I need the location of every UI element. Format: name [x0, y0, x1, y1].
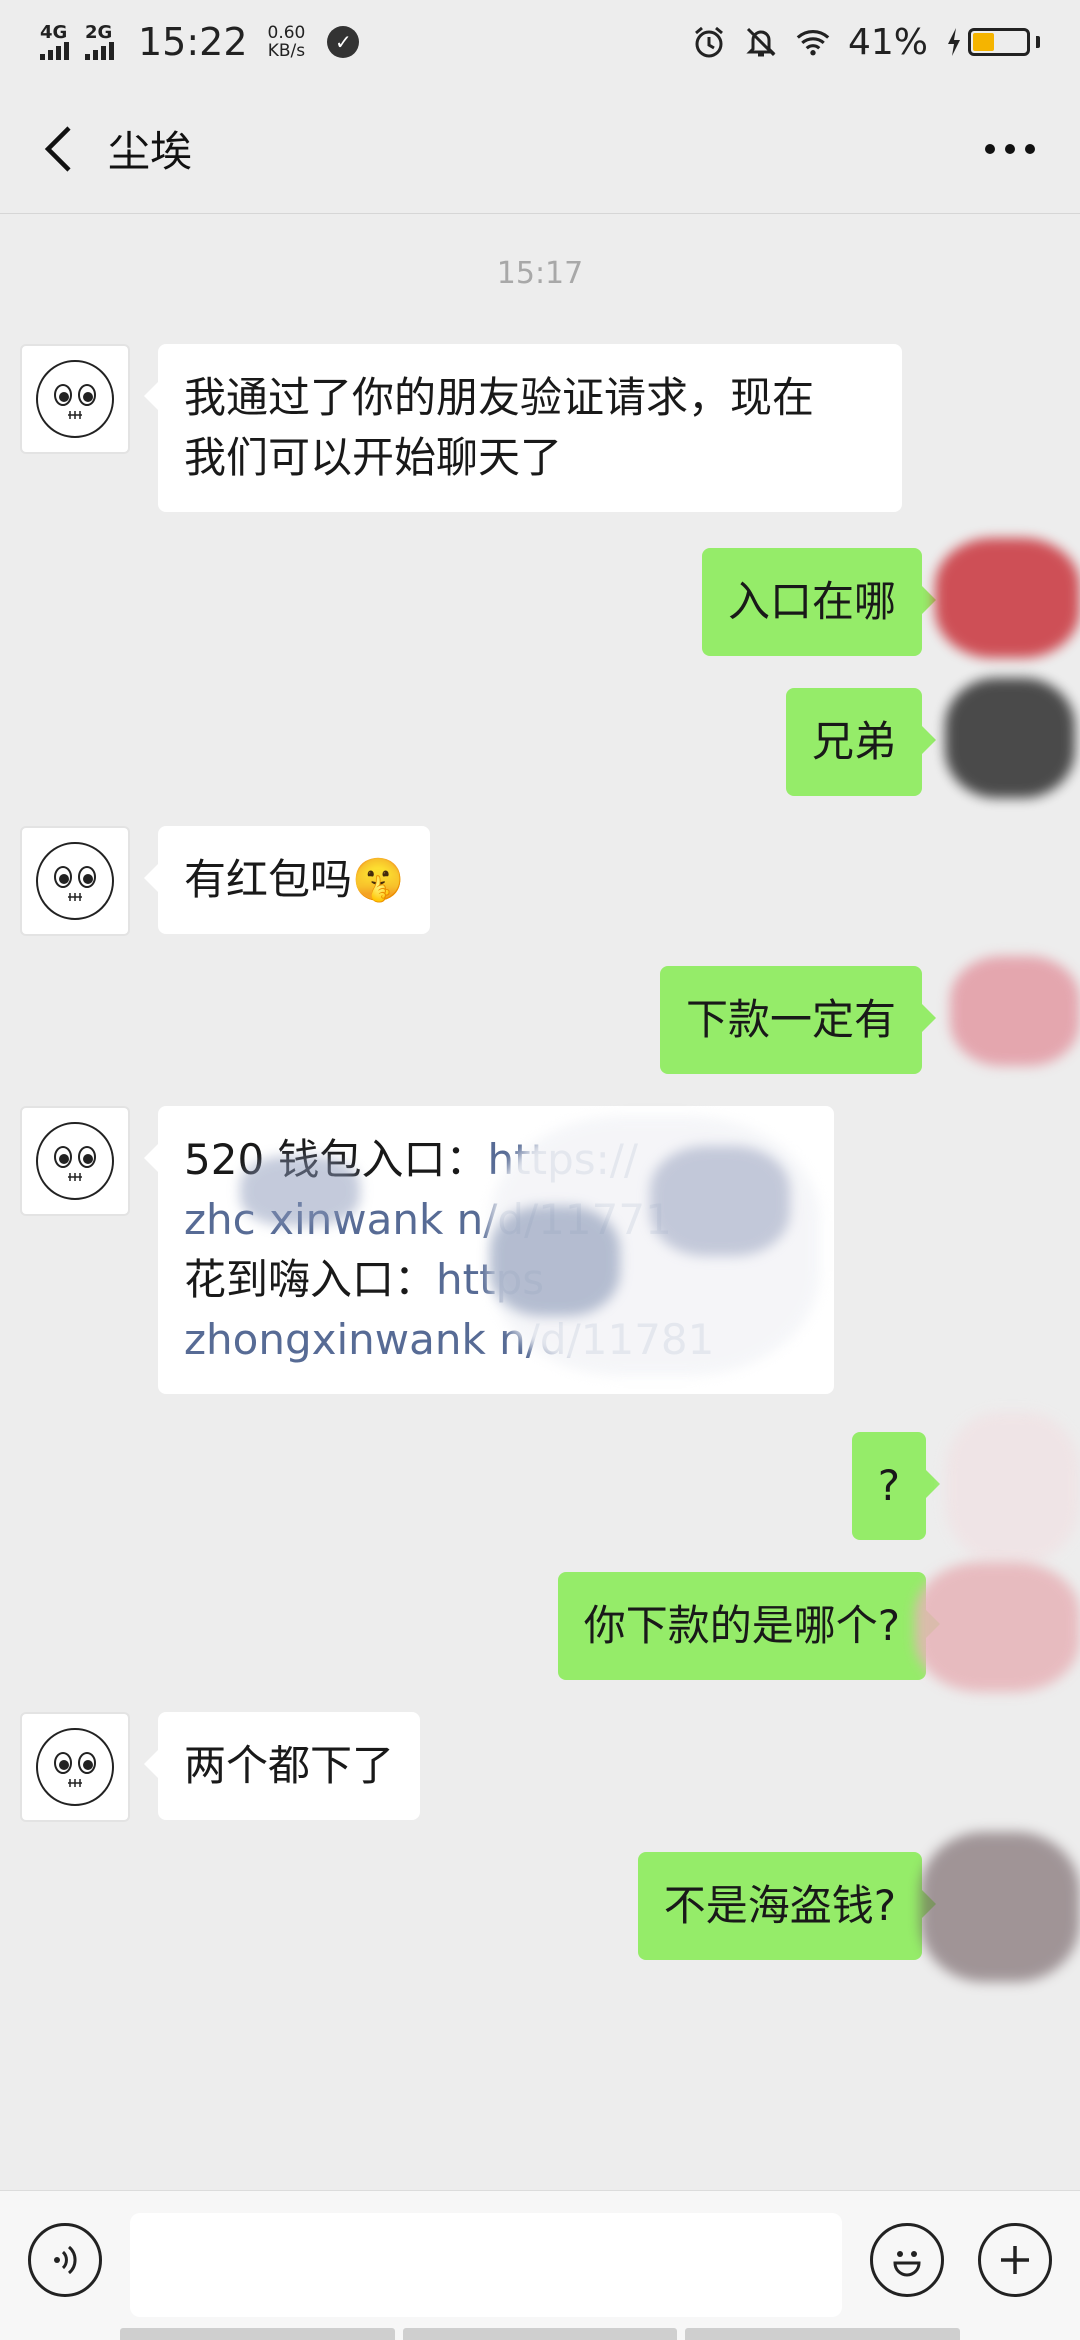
chevron-left-icon [44, 125, 71, 172]
status-bar: 4G 2G 15:22 0.60 KB/s ✓ 41% [0, 0, 1080, 84]
outgoing-message[interactable]: 下款一定有 [659, 966, 937, 1074]
more-dots-icon [985, 143, 1035, 154]
redaction-scribble [945, 1412, 1080, 1562]
redaction-scribble [650, 1146, 790, 1256]
outgoing-message[interactable]: 你下款的是哪个? [557, 1572, 941, 1680]
signal-bars-icon [40, 42, 69, 60]
charging-icon [948, 28, 960, 56]
emoji-button[interactable] [870, 2223, 944, 2297]
speed-value: 0.60 [267, 23, 306, 43]
chat-title: 尘埃 [108, 127, 193, 176]
incoming-message[interactable]: 我通过了你的朋友验证请求，现在 我们可以开始聊天了 [144, 344, 902, 512]
speed-unit: KB/s [267, 41, 306, 61]
redaction-scribble [915, 1562, 1080, 1692]
plus-button[interactable] [978, 2223, 1052, 2297]
battery-body [968, 28, 1030, 56]
battery-percent: 41% [847, 21, 928, 63]
keyboard-edge [0, 2328, 1080, 2340]
plus-icon [1001, 2246, 1029, 2274]
emoji-icon [893, 2251, 921, 2277]
network-label-1: 4G [40, 22, 68, 43]
cartoon-face-icon [36, 360, 114, 438]
network-label-2: 2G [85, 22, 113, 43]
avatar[interactable] [20, 344, 130, 454]
redaction-scribble [950, 956, 1080, 1066]
message-timestamp: 15:17 [496, 256, 584, 291]
chat-header: 尘埃 [0, 84, 1080, 214]
input-bar [0, 2190, 1080, 2340]
back-button[interactable] [28, 119, 88, 179]
incoming-message[interactable]: 有红包吗🤫 [143, 826, 431, 934]
message-text-line: 我通过了你的朋友验证请求，现在 [184, 373, 815, 422]
avatar[interactable] [20, 1106, 130, 1216]
battery-icon [946, 28, 1040, 56]
wifi-icon [796, 25, 830, 59]
signal-2g: 2G [85, 24, 114, 60]
signal-4g: 4G [40, 24, 69, 60]
redaction-scribble [945, 678, 1075, 798]
voice-icon [54, 2245, 77, 2275]
avatar[interactable] [20, 1712, 130, 1822]
message-list[interactable]: 15:17 我通过了你的朋友验证请求，现在 我们可以开始聊天了 入口在哪 兄弟 … [0, 214, 1080, 2190]
redaction-scribble [240, 1156, 360, 1226]
message-input[interactable] [130, 2213, 842, 2317]
cartoon-face-icon [36, 1728, 114, 1806]
mute-icon [744, 25, 778, 59]
status-time: 15:22 [138, 20, 248, 64]
redaction-scribble [920, 1832, 1080, 1982]
avatar[interactable] [20, 826, 130, 936]
outgoing-message[interactable]: ? [851, 1432, 941, 1540]
network-speed: 0.60 KB/s [268, 24, 306, 60]
outgoing-message[interactable]: 兄弟 [785, 688, 937, 796]
more-button[interactable] [980, 119, 1040, 179]
message-text-line: 我们可以开始聊天了 [184, 433, 563, 482]
message-text: 有红包吗 [184, 855, 353, 904]
redaction-scribble [490, 1206, 620, 1316]
link-prefix: 花到嗨入口： [184, 1255, 437, 1304]
cartoon-face-icon [36, 1122, 114, 1200]
shush-emoji-icon: 🤫 [352, 855, 405, 904]
status-right: 41% [692, 22, 1040, 63]
battery-tip [1036, 36, 1040, 48]
status-left: 4G 2G 15:22 0.60 KB/s ✓ [40, 20, 360, 64]
cartoon-face-icon [36, 842, 114, 920]
battery-fill [973, 33, 995, 51]
signal-bars-icon [85, 42, 114, 60]
voice-button[interactable] [28, 2223, 102, 2297]
alarm-icon [692, 25, 726, 59]
outgoing-message[interactable]: 不是海盗钱? [637, 1852, 937, 1960]
check-icon: ✓ [327, 26, 360, 58]
redaction-scribble [935, 538, 1080, 658]
incoming-message[interactable]: 两个都下了 [143, 1712, 421, 1820]
outgoing-message[interactable]: 入口在哪 [701, 548, 937, 656]
